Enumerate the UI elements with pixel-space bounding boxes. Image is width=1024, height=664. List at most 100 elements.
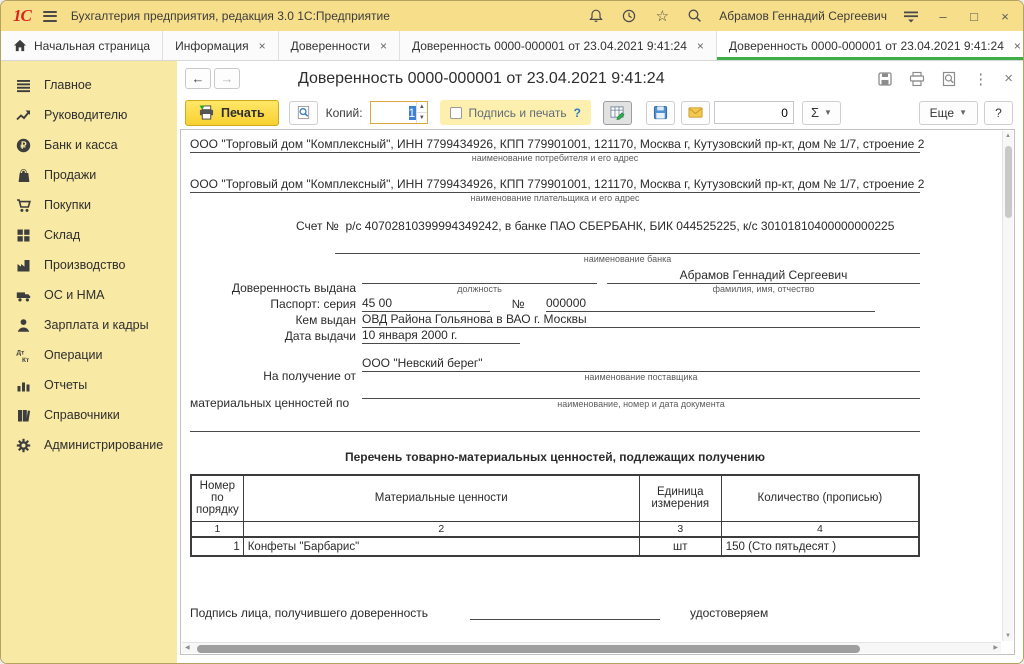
close-window-button[interactable]: × [997,9,1013,24]
vertical-scroll-thumb[interactable] [1005,146,1012,218]
close-document-icon[interactable]: × [1004,70,1013,87]
envelope-icon [688,105,703,120]
close-tab-icon[interactable]: × [697,39,704,53]
maximize-button[interactable]: □ [966,9,982,24]
tab-power-of-attorney-doc-2[interactable]: Доверенность 0000-000001 от 23.04.2021 9… [717,31,1024,60]
help-button[interactable]: ? [984,101,1013,125]
app-window: 1С Бухгалтерия предприятия, редакция 3.0… [0,0,1024,664]
scroll-down-icon[interactable]: ▼ [1003,633,1013,639]
truck-icon [16,288,31,303]
copies-spinner[interactable]: 1 ▲▼ [370,101,428,124]
passport-number: 000000 [546,296,875,312]
bar-chart-icon [16,378,31,393]
table-cell: 2 [243,521,639,537]
close-tab-icon[interactable]: × [380,39,387,53]
account-line: Счет № р/с 40702810399994349242, в банке… [190,219,920,233]
close-tab-icon[interactable]: × [259,39,266,53]
tab-power-of-attorney-list[interactable]: Доверенности × [279,31,400,60]
pallet-grid-icon [16,228,31,243]
sidebar-item-directories[interactable]: Справочники [1,400,177,430]
preview-icon[interactable] [941,71,957,87]
spinner-up-icon[interactable]: ▲ [417,102,426,113]
sign-help-link[interactable]: ? [574,106,581,120]
document-title: Доверенность 0000-000001 от 23.04.2021 9… [298,70,665,88]
sidebar-item-operations[interactable]: ДтКт Операции [1,340,177,370]
sidebar-item-manager[interactable]: Руководителю [1,100,177,130]
table-header-cell: Материальные ценности [243,475,639,521]
close-tab-icon[interactable]: × [1014,39,1021,53]
sidebar-item-bank-cash[interactable]: ₽ Банк и касса [1,130,177,160]
sidebar-item-main[interactable]: Главное [1,70,177,100]
sidebar-item-purchases[interactable]: Покупки [1,190,177,220]
current-user[interactable]: Абрамов Геннадий Сергеевич [719,9,887,23]
table-cell: Конфеты "Барбарис" [243,537,639,556]
chevron-down-icon: ▼ [824,108,832,117]
person-caption: фамилия, имя, отчество [607,284,920,296]
factory-icon [16,258,31,273]
tab-power-of-attorney-doc-1[interactable]: Доверенность 0000-000001 от 23.04.2021 9… [400,31,717,60]
debit-credit-icon: ДтКт [16,348,31,363]
home-icon [13,39,27,52]
email-button[interactable] [681,101,710,125]
save-icon[interactable] [877,71,893,87]
tab-information[interactable]: Информация × [163,31,279,60]
tab-home[interactable]: Начальная страница [1,31,163,60]
save-file-button[interactable] [646,101,675,125]
print-form-area: ООО "Торговый дом "Комплексный", ИНН 779… [180,129,1015,655]
vertical-scrollbar[interactable]: ▲ ▼ [1002,131,1013,641]
table-cell: 4 [721,521,919,537]
sum-button[interactable]: Σ ▼ [802,101,841,125]
receive-from-row: На получение от ООО "Невский берег" наим… [190,356,920,384]
print-button[interactable]: Печать [185,100,279,126]
table-cell: шт [639,537,721,556]
floppy-icon [653,105,668,120]
sidebar-item-fixed-assets[interactable]: ОС и НМА [1,280,177,310]
print-preview-button[interactable] [289,101,318,125]
bank-line [335,239,920,254]
sign-and-stamp-checkbox[interactable]: Подпись и печать ? [440,100,591,125]
print-icon[interactable] [909,71,925,87]
ruble-circle-icon: ₽ [16,138,31,153]
goods-table: Номер по порядку Материальные ценности Е… [190,474,920,557]
forward-button[interactable]: → [214,68,240,89]
search-icon[interactable] [686,7,704,25]
chevron-down-icon: ▼ [959,108,967,117]
payer-caption: наименование плательщика и его адрес [190,193,920,205]
more-button[interactable]: Еще ▼ [919,101,978,125]
page-number-input[interactable] [714,101,794,124]
1c-logo: 1С [13,6,31,26]
table-header-cell: Количество (прописью) [721,475,919,521]
back-button[interactable]: ← [185,68,211,89]
passport-series: 45 00 [362,296,490,312]
table-cell: 1 [191,521,243,537]
scroll-right-icon[interactable]: ▶ [993,644,998,651]
more-menu-icon[interactable]: ⋮ [973,70,988,88]
sidebar-item-salary-hr[interactable]: Зарплата и кадры [1,310,177,340]
spinner-down-icon[interactable]: ▼ [417,113,426,123]
main-menu-icon[interactable] [43,11,57,22]
document-header: ← → Доверенность 0000-000001 от 23.04.20… [177,61,1023,96]
sidebar-item-warehouse[interactable]: Склад [1,220,177,250]
scroll-left-icon[interactable]: ◀ [185,644,190,651]
minimize-button[interactable]: – [935,9,951,24]
sidebar-item-reports[interactable]: Отчеты [1,370,177,400]
svg-text:Кт: Кт [22,357,29,363]
notifications-bell-icon[interactable] [587,7,605,25]
issued-row: Доверенность выдана должность Абрамов Ге… [190,268,920,296]
history-icon[interactable] [620,7,638,25]
horizontal-scroll-thumb[interactable] [197,645,860,653]
sidebar-item-production[interactable]: Производство [1,250,177,280]
edit-table-button[interactable] [603,101,632,125]
section-panel: Главное Руководителю ₽ Банк и касса Прод… [1,61,177,663]
checkbox-box[interactable] [450,107,462,119]
horizontal-scrollbar[interactable]: ◀ ▶ [182,642,1001,653]
service-settings-icon[interactable] [902,7,920,25]
sidebar-item-sales[interactable]: Продажи [1,160,177,190]
issue-date-row: Дата выдачи 10 января 2000 г. [190,328,920,344]
scroll-up-icon[interactable]: ▲ [1003,133,1013,139]
app-title: Бухгалтерия предприятия, редакция 3.0 1С… [71,9,390,23]
issued-by-row: Кем выдан ОВД Района Гольянова в ВАО г. … [190,312,920,328]
power-of-attorney-form: ООО "Торговый дом "Комплексный", ИНН 779… [190,137,920,620]
favorites-star-icon[interactable]: ☆ [653,7,671,25]
sidebar-item-administration[interactable]: Администрирование [1,430,177,460]
